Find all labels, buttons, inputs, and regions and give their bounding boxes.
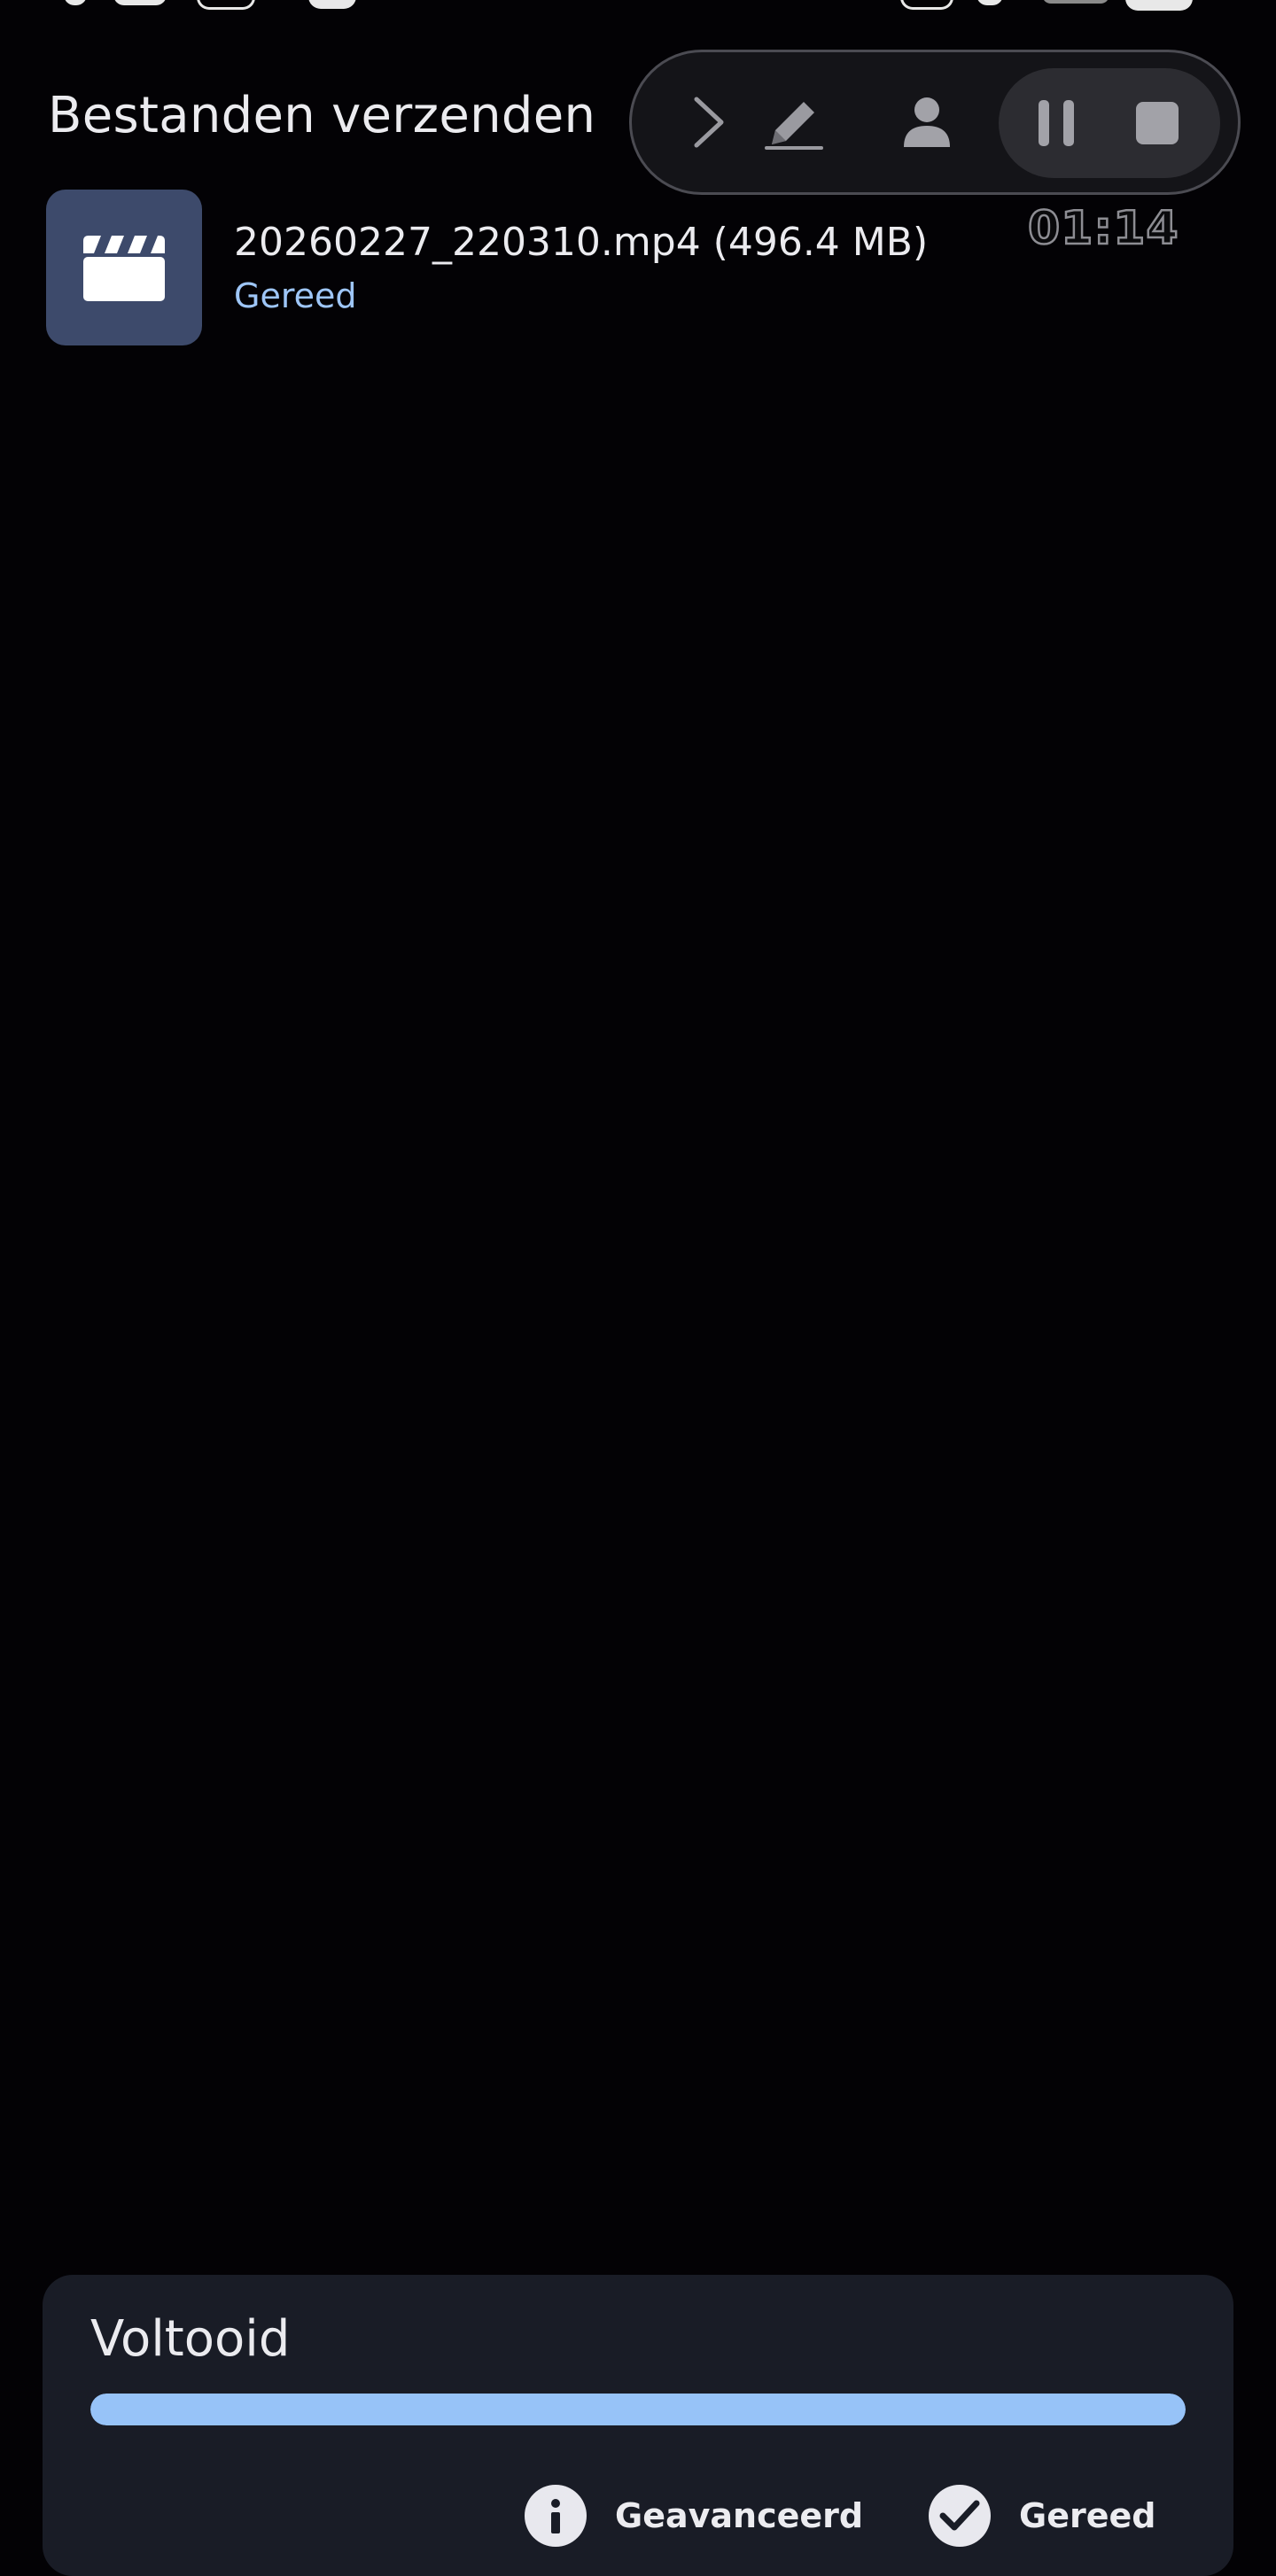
expand-button[interactable]: [671, 84, 747, 160]
done-label: Gereed: [1019, 2496, 1156, 2535]
recording-controls: [999, 68, 1220, 178]
status-clock-fragment: [64, 0, 87, 5]
draw-button[interactable]: [756, 84, 832, 160]
stop-icon: [1136, 102, 1179, 144]
list-item[interactable]: 20260227_220310.mp4 (496.4 MB) Gereed: [46, 190, 1145, 345]
progress-bar: [90, 2394, 1186, 2425]
advanced-label: Geavanceerd: [615, 2496, 864, 2535]
pause-icon: [1039, 100, 1074, 146]
transfer-summary-sheet: Voltooid Geavanceerd Gereed: [43, 2275, 1233, 2576]
selfie-view-button[interactable]: [889, 84, 965, 160]
pencil-icon: [765, 102, 823, 150]
screen-recorder-toolbar[interactable]: [629, 50, 1241, 195]
cast-icon: [900, 0, 953, 10]
person-icon: [904, 97, 950, 147]
status-clock-fragment: [113, 0, 167, 5]
clapperboard-icon: [83, 236, 165, 301]
sheet-title: Voltooid: [90, 2310, 291, 2368]
status-notification-icon: [308, 0, 356, 9]
status-notification-icon: [197, 0, 255, 10]
file-status: Gereed: [234, 276, 357, 315]
pause-button[interactable]: [1018, 85, 1094, 161]
stop-button[interactable]: [1119, 85, 1195, 161]
advanced-button[interactable]: Geavanceerd: [525, 2480, 863, 2551]
file-thumbnail: [46, 190, 202, 345]
chevron-right-icon: [694, 97, 724, 148]
info-icon: [525, 2485, 587, 2547]
status-bar: [0, 0, 1276, 12]
signal-icon: [1042, 0, 1109, 4]
checkmark-icon: [929, 2485, 991, 2547]
file-name: 20260227_220310.mp4 (496.4 MB): [234, 220, 929, 265]
done-button[interactable]: Gereed: [929, 2480, 1155, 2551]
mute-icon: [976, 0, 1003, 5]
page-title: Bestanden verzenden: [48, 87, 596, 144]
battery-icon: [1125, 0, 1193, 11]
progress-fill: [90, 2394, 1186, 2425]
